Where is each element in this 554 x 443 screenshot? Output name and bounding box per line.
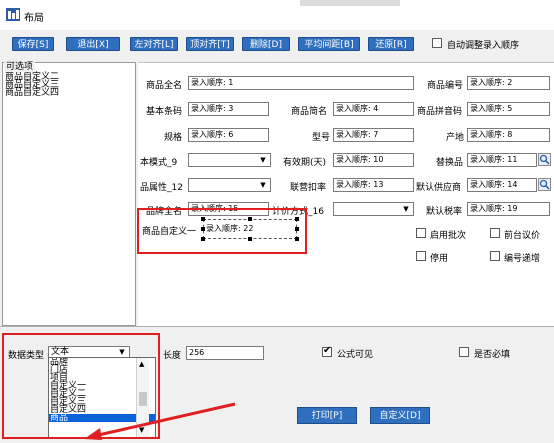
full-name-field[interactable]: 录入顺序: 1 xyxy=(188,76,414,90)
required-checkbox[interactable] xyxy=(459,347,469,357)
available-items-list[interactable]: 商品自定义二 商品自定义三 商品自定义四 xyxy=(2,62,136,326)
supplier-field[interactable]: 录入顺序: 14 xyxy=(467,178,537,192)
length-field[interactable]: 256 xyxy=(186,346,264,360)
list-item[interactable]: 商品自定义四 xyxy=(5,89,59,98)
app-icon xyxy=(6,8,20,21)
align-left-button[interactable]: 左对齐[L] xyxy=(130,37,178,51)
mode-combo[interactable]: ▼ xyxy=(188,153,271,167)
full-name-label: 商品全名 xyxy=(146,81,183,91)
arrow-icon xyxy=(84,402,236,440)
code-field[interactable]: 录入顺序: 2 xyxy=(467,76,550,90)
restore-button[interactable]: 还原[R] xyxy=(368,37,414,51)
supplier-label: 默认供应商 xyxy=(416,183,462,193)
divider xyxy=(0,326,554,327)
code-label: 商品编号 xyxy=(427,81,464,91)
presale-label: 前台议价 xyxy=(504,231,541,241)
origin-label: 产地 xyxy=(446,133,465,143)
tax-field[interactable]: 录入顺序: 19 xyxy=(467,202,550,216)
spec-field[interactable]: 录入顺序: 6 xyxy=(188,128,269,142)
search-icon[interactable] xyxy=(538,178,551,191)
batch-label: 启用批次 xyxy=(430,231,467,241)
model-label: 型号 xyxy=(312,133,331,143)
code-increment-label: 编号递增 xyxy=(504,254,541,264)
title-bar-shadow xyxy=(300,0,400,6)
deduct-field[interactable]: 录入顺序: 13 xyxy=(333,178,414,192)
title-bar xyxy=(0,0,554,30)
window-title: 布局 xyxy=(24,13,44,24)
presale-checkbox[interactable] xyxy=(490,228,500,238)
chevron-down-icon: ▼ xyxy=(260,181,266,189)
barcode-label: 基本条码 xyxy=(146,107,183,117)
disabled-label: 停用 xyxy=(430,254,449,264)
mode-label: 本模式_9 xyxy=(140,158,178,168)
substitute-label: 替换品 xyxy=(436,158,464,168)
distribute-button[interactable]: 平均间距[B] xyxy=(298,37,360,51)
attr-label: 品属性_12 xyxy=(140,183,183,193)
auto-adjust-label: 自动调整录入顺序 xyxy=(447,41,520,51)
pinyin-label: 商品拼音码 xyxy=(417,107,463,117)
model-field[interactable]: 录入顺序: 7 xyxy=(333,128,414,142)
highlight-box xyxy=(137,208,307,254)
required-label: 是否必填 xyxy=(474,350,511,360)
chevron-down-icon: ▼ xyxy=(403,205,409,213)
delete-button[interactable]: 删除[D] xyxy=(242,37,290,51)
available-items-title: 可选项 xyxy=(4,59,36,72)
batch-checkbox[interactable] xyxy=(416,228,426,238)
expiry-label: 有效期(天) xyxy=(283,158,327,168)
pinyin-field[interactable]: 录入顺序: 5 xyxy=(467,102,550,116)
origin-field[interactable]: 录入顺序: 8 xyxy=(467,128,550,142)
auto-adjust-checkbox[interactable] xyxy=(432,38,442,48)
formula-visible-checkbox[interactable] xyxy=(322,345,332,357)
print-button[interactable]: 打印[P] xyxy=(297,407,357,424)
chevron-down-icon: ▼ xyxy=(260,156,266,164)
short-name-label: 商品简名 xyxy=(291,107,328,117)
barcode-field[interactable]: 录入顺序: 3 xyxy=(188,102,269,116)
custom-button[interactable]: 自定义[D] xyxy=(370,407,430,424)
disabled-checkbox[interactable] xyxy=(416,251,426,261)
substitute-field[interactable]: 录入顺序: 11 xyxy=(467,153,537,167)
search-icon[interactable] xyxy=(538,153,551,166)
save-button[interactable]: 保存[S] xyxy=(12,37,54,51)
formula-visible-label: 公式可见 xyxy=(337,350,374,360)
length-label: 长度 xyxy=(163,351,182,361)
tax-label: 默认税率 xyxy=(426,207,463,217)
spec-label: 规格 xyxy=(164,133,183,143)
short-name-field[interactable]: 录入顺序: 4 xyxy=(333,102,414,116)
expiry-field[interactable]: 录入顺序: 10 xyxy=(333,153,414,167)
align-top-button[interactable]: 顶对齐[T] xyxy=(186,37,234,51)
pricing-combo[interactable]: ▼ xyxy=(333,202,414,216)
code-increment-checkbox[interactable] xyxy=(490,251,500,261)
deduct-label: 联营扣率 xyxy=(290,183,327,193)
attr-combo[interactable]: ▼ xyxy=(188,178,271,192)
exit-button[interactable]: 退出[X] xyxy=(66,37,120,51)
